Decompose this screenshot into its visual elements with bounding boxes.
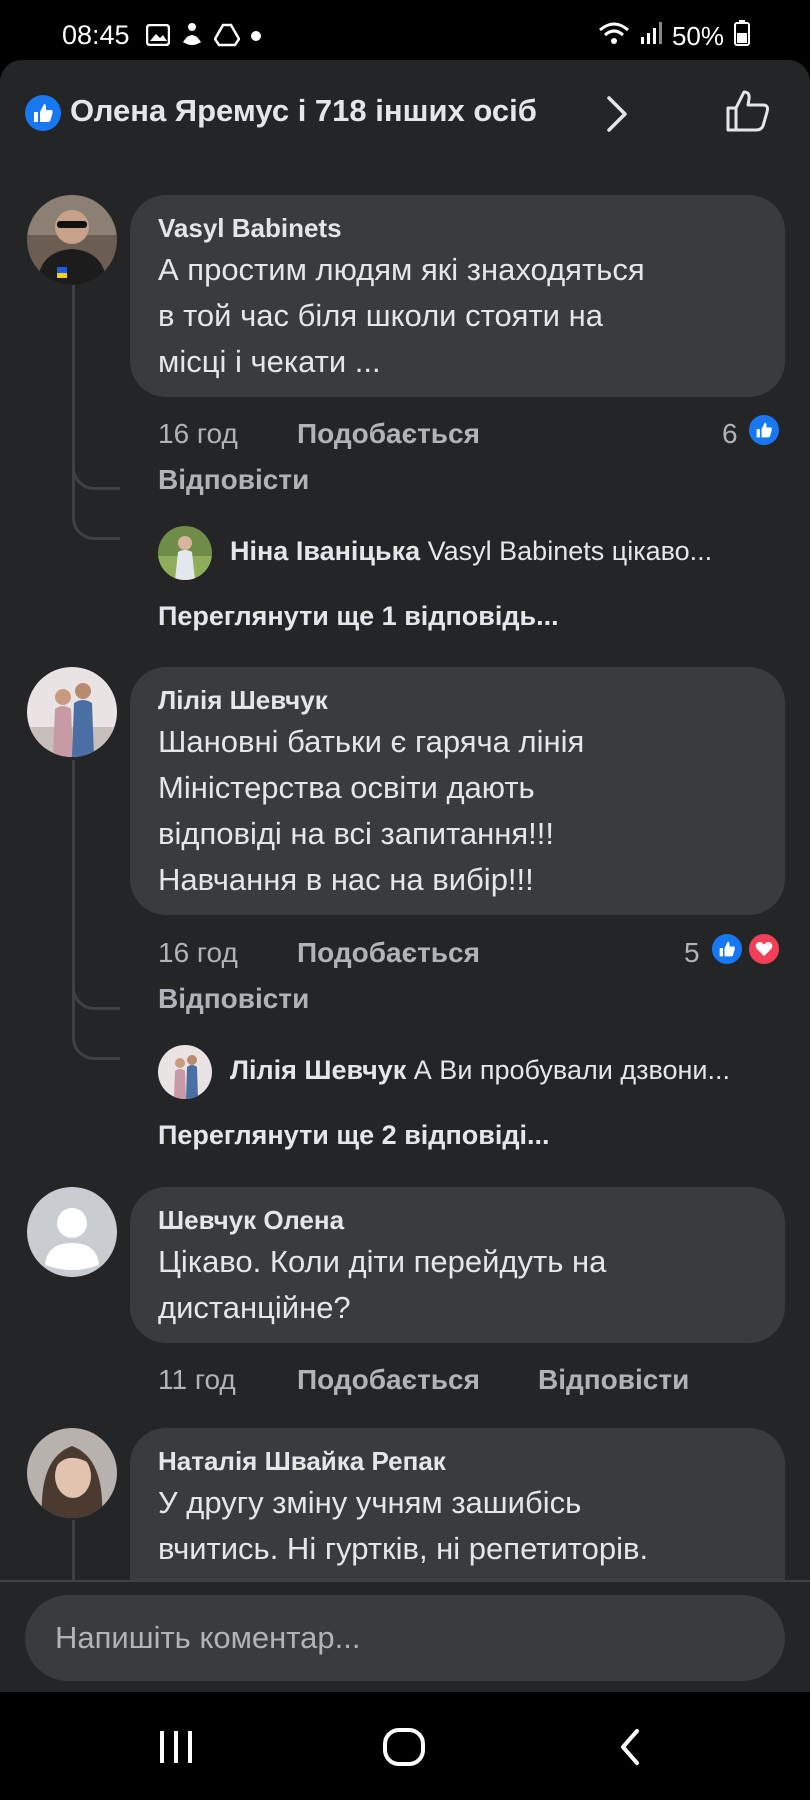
reply-author[interactable]: Лілія Шевчук <box>230 1055 406 1085</box>
like-reaction-icon[interactable] <box>710 932 744 966</box>
like-button[interactable]: Подобається <box>297 937 480 969</box>
home-button[interactable] <box>374 1722 434 1772</box>
reply-preview[interactable]: Ніна Іваніцька Vasyl Babinets цікаво... <box>230 536 770 567</box>
thread-branch <box>72 980 120 1010</box>
battery-icon <box>734 20 750 53</box>
comment-author[interactable]: Наталія Швайка Репак <box>158 1444 759 1478</box>
reply-author[interactable]: Ніна Іваніцька <box>230 536 420 566</box>
back-button[interactable] <box>600 1722 660 1772</box>
comment-composer[interactable] <box>25 1595 785 1681</box>
reply-button[interactable]: Відповісти <box>158 983 309 1015</box>
system-nav-bar <box>0 1692 810 1800</box>
status-bar: 08:45 50% <box>0 0 810 64</box>
comment-time: 16 год <box>158 418 238 449</box>
like-button[interactable]: Подобається <box>297 1364 480 1396</box>
comment-author[interactable]: Лілія Шевчук <box>158 683 759 717</box>
comment-input[interactable] <box>55 1595 755 1681</box>
avatar[interactable] <box>27 195 117 285</box>
comment-time: 16 год <box>158 937 238 968</box>
dot-icon <box>250 29 262 47</box>
reactions-header[interactable]: Олена Яремус і 718 інших осіб <box>0 60 810 170</box>
reaction-count[interactable]: 6 <box>722 418 738 450</box>
recent-apps-button[interactable] <box>146 1722 206 1772</box>
like-button[interactable]: Подобається <box>297 418 480 450</box>
avatar[interactable] <box>158 526 212 580</box>
reply-preview[interactable]: Лілія Шевчук А Ви пробували дзвони... <box>230 1055 770 1086</box>
avatar[interactable] <box>27 1428 117 1518</box>
comment-bubble[interactable]: Лілія Шевчук Шановні батьки є гаряча лін… <box>130 667 785 915</box>
thread-branch <box>72 460 120 490</box>
comment-author[interactable]: Шевчук Олена <box>158 1203 759 1237</box>
comments-sheet: Олена Яремус і 718 інших осіб Vasyl Babi… <box>0 60 810 1692</box>
thread-branch <box>72 490 120 540</box>
composer-divider <box>0 1580 810 1582</box>
thread-branch <box>72 1010 120 1060</box>
view-more-replies[interactable]: Переглянути ще 2 відповіді... <box>158 1120 550 1151</box>
signal-icon <box>640 21 662 52</box>
reply-text: А Ви пробували дзвони... <box>413 1055 731 1085</box>
comment-bubble[interactable]: Vasyl Babinets А простим людям які знахо… <box>130 195 785 397</box>
reply-button[interactable]: Відповісти <box>538 1364 689 1396</box>
status-time: 08:45 <box>62 20 130 50</box>
comment-text: Цікаво. Коли діти перейдуть на дистанцій… <box>158 1244 607 1325</box>
comment-bubble[interactable]: Шевчук Олена Цікаво. Коли діти перейдуть… <box>130 1187 785 1343</box>
comment-time: 11 год <box>158 1364 236 1395</box>
comment-text: Шановні батьки є гаряча лінія Міністерст… <box>158 724 585 897</box>
comment-text: А простим людям які знаходяться в той ча… <box>158 252 645 379</box>
comment-author[interactable]: Vasyl Babinets <box>158 211 759 245</box>
comment-text: У другу зміну учням зашибісь вчитись. Ні… <box>158 1485 649 1566</box>
gallery-icon <box>145 23 171 51</box>
like-reaction-icon[interactable] <box>747 413 781 447</box>
reactions-summary[interactable]: Олена Яремус і 718 інших осіб <box>70 93 537 129</box>
battery-label: 50% <box>671 21 724 51</box>
avatar[interactable] <box>158 1045 212 1099</box>
reaction-count[interactable]: 5 <box>684 937 700 969</box>
view-more-replies[interactable]: Переглянути ще 1 відповідь... <box>158 601 559 632</box>
drive-icon <box>213 23 241 52</box>
like-outline-icon[interactable] <box>725 88 771 139</box>
like-reaction-icon <box>25 95 61 131</box>
wifi-icon <box>598 20 630 53</box>
reply-text: Vasyl Babinets цікаво... <box>427 536 713 566</box>
avatar[interactable] <box>27 1187 117 1277</box>
reply-button[interactable]: Відповісти <box>158 464 309 496</box>
avatar[interactable] <box>27 667 117 757</box>
love-reaction-icon[interactable] <box>747 932 781 966</box>
chevron-right-icon[interactable] <box>605 94 629 139</box>
accessibility-icon <box>180 22 204 53</box>
